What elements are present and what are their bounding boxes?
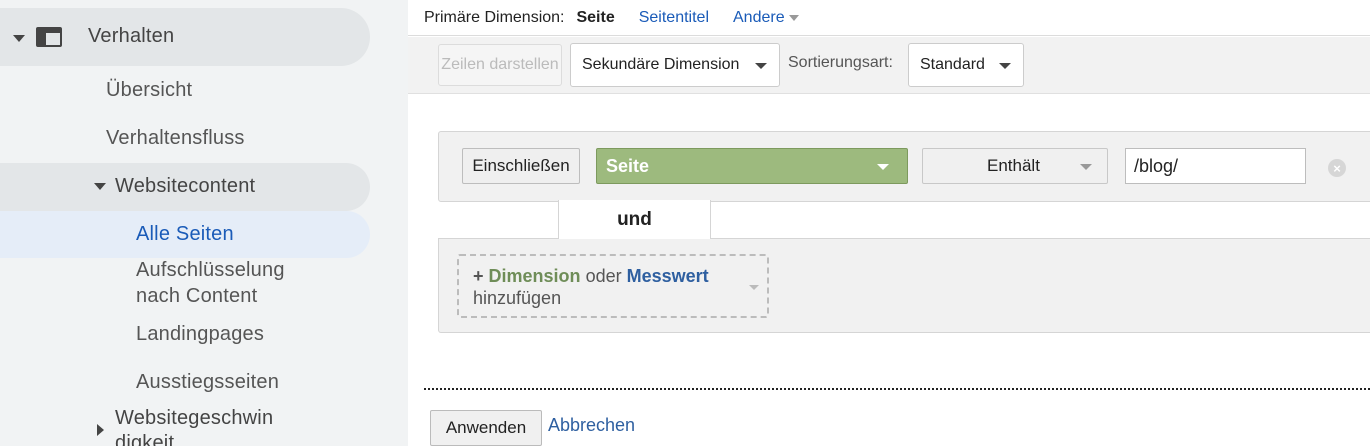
- filter-dimension-value: Seite: [606, 155, 650, 176]
- nav-site-content-label[interactable]: Websitecontent: [115, 175, 255, 198]
- add-dimension-label: Dimension: [488, 266, 581, 286]
- sidebar: Verhalten Übersicht Verhaltensfluss Webs…: [0, 0, 408, 446]
- nav-behavior-flow[interactable]: Verhaltensfluss: [106, 127, 245, 150]
- expand-behavior-icon[interactable]: [13, 35, 25, 42]
- add-or-label: oder: [585, 266, 622, 286]
- secondary-dimension-dropdown[interactable]: Sekundäre Dimension: [570, 43, 780, 87]
- window-icon: [36, 27, 62, 47]
- expand-site-speed-icon[interactable]: [97, 424, 104, 436]
- chevron-down-icon: [1080, 164, 1092, 170]
- nav-behavior-label[interactable]: Verhalten: [88, 25, 174, 48]
- nav-all-pages-label[interactable]: Alle Seiten: [136, 223, 234, 246]
- filter-condition-row: Einschließen Seite Enthält /blog/ ×: [438, 131, 1370, 202]
- and-label: und: [558, 200, 711, 240]
- dimension-page-title-link[interactable]: Seitentitel: [639, 9, 709, 27]
- match-type-value: Enthält: [987, 156, 1040, 175]
- expand-site-content-icon[interactable]: [94, 183, 106, 190]
- separator: [424, 388, 1370, 390]
- apply-button[interactable]: Anwenden: [430, 410, 542, 446]
- chevron-down-icon: [788, 14, 799, 21]
- dimension-other-label: Andere: [733, 8, 785, 26]
- chevron-down-icon: [877, 164, 889, 170]
- sort-type-dropdown[interactable]: Standard: [908, 43, 1024, 87]
- nav-content-drilldown-line2[interactable]: nach Content: [136, 285, 257, 308]
- dimension-page-selected[interactable]: Seite: [576, 9, 614, 27]
- add-dimension-or-metric-dropdown[interactable]: + Dimension oder Messwert hinzufügen: [457, 254, 769, 318]
- cancel-link[interactable]: Abbrechen: [548, 415, 635, 436]
- nav-content-drilldown-line1[interactable]: Aufschlüsselung: [136, 259, 285, 282]
- filter-value-input[interactable]: /blog/: [1125, 148, 1306, 184]
- sort-type-label: Sortierungsart:: [788, 54, 893, 71]
- primary-dimension-bar: Primäre Dimension: Seite Seitentitel And…: [408, 0, 1370, 36]
- plot-rows-button[interactable]: Zeilen darstellen: [438, 44, 562, 86]
- match-type-dropdown[interactable]: Enthält: [922, 148, 1108, 184]
- primary-dimension-label: Primäre Dimension:: [424, 8, 565, 26]
- add-suffix-label: hinzufügen: [473, 288, 562, 308]
- main-panel: Primäre Dimension: Seite Seitentitel And…: [408, 0, 1370, 446]
- nav-site-speed-line1[interactable]: Websitegeschwin: [115, 407, 273, 430]
- sort-type-value: Standard: [920, 56, 985, 73]
- nav-site-speed-line2[interactable]: digkeit: [115, 432, 174, 446]
- add-condition-row: + Dimension oder Messwert hinzufügen: [438, 239, 1370, 333]
- chevron-down-icon: [999, 63, 1011, 69]
- include-button[interactable]: Einschließen: [462, 148, 580, 184]
- chevron-down-icon: [755, 63, 767, 69]
- filter-dimension-dropdown[interactable]: Seite: [596, 148, 908, 184]
- nav-exit-pages[interactable]: Ausstiegsseiten: [136, 371, 279, 394]
- add-metric-label: Messwert: [626, 266, 709, 286]
- chevron-down-icon: [749, 285, 759, 290]
- plus-icon: +: [473, 266, 484, 286]
- secondary-dimension-label: Sekundäre Dimension: [582, 56, 740, 73]
- close-icon[interactable]: ×: [1328, 159, 1346, 177]
- table-toolbar: Zeilen darstellen Sekundäre Dimension So…: [408, 37, 1370, 94]
- dimension-other-dropdown[interactable]: Andere: [733, 9, 799, 27]
- nav-overview[interactable]: Übersicht: [106, 79, 192, 102]
- nav-landing-pages[interactable]: Landingpages: [136, 323, 264, 346]
